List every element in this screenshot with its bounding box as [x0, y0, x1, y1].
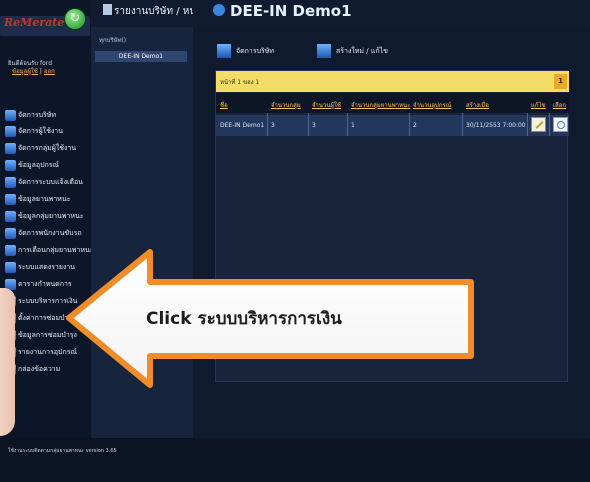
sidebar-item-vehicles[interactable]: ข้อมูลยานพาหนะ: [5, 192, 91, 206]
version-text: ใช้งานระบบติดตามกลุ่มยานพาหนะ version 3.…: [8, 448, 117, 454]
sidebar-item-users[interactable]: จัดการผู้ใช้งาน: [5, 124, 91, 138]
vehicle-group-icon: [5, 210, 16, 222]
edit-icon: [317, 44, 331, 58]
user-links: ข้อมูลผู้ใช้ | ออก: [12, 66, 55, 76]
sidebar-item-company[interactable]: จัดการบริษัท: [5, 108, 91, 122]
alert-icon: [5, 176, 16, 188]
sidebar-item-devices[interactable]: ข้อมูลอุปกรณ์: [5, 158, 91, 172]
sidebar-item-vehicle-alerts[interactable]: การเตือนกลุ่มยานพาหนะ: [5, 243, 91, 257]
sidebar-item-alerts[interactable]: จัดการระบบแจ้งเตือน: [5, 175, 91, 189]
link-separator: |: [39, 68, 42, 75]
footer: ใช้งานระบบติดตามกลุ่มยานพาหนะ version 3.…: [0, 438, 590, 482]
company-icon: [5, 109, 16, 121]
table-row[interactable]: DEE-IN Demo1 3 3 1 2 30/11/2553 7:00:00: [216, 115, 569, 136]
company-tree-panel: รายงานบริษัท / หน่วยงาน ทุกบริษัท() DEE-…: [91, 0, 225, 482]
search-icon[interactable]: [553, 117, 568, 132]
sidebar-item-reports[interactable]: ระบบแสดงรายงาน: [5, 260, 91, 274]
sidebar-item-finance[interactable]: ระบบบริหารการเงิน: [5, 294, 91, 308]
col-header-created[interactable]: สร้างเมื่อ: [466, 100, 489, 110]
create-edit-button[interactable]: สร้างใหม่ / แก้ไข: [317, 41, 388, 61]
manage-company-button[interactable]: จัดการบริษัท: [217, 41, 274, 61]
breadcrumb[interactable]: ทุกบริษัท(): [99, 35, 126, 45]
column-divider: [527, 113, 528, 136]
cell-name: DEE-IN Demo1: [220, 122, 265, 129]
vehicle-icon: [5, 193, 16, 205]
device-icon: [5, 159, 16, 171]
column-divider: [347, 113, 348, 136]
col-header-groups[interactable]: จำนวนกลุ่ม: [271, 100, 301, 110]
column-divider: [267, 113, 268, 136]
info-icon: [213, 4, 225, 16]
column-divider: [549, 113, 550, 136]
cell-vehicle-groups: 1: [351, 122, 355, 129]
sidebar-item-drivers[interactable]: จัดการพนักงานขับรถ: [5, 226, 91, 240]
warning-icon: [5, 244, 16, 256]
company-icon: [217, 44, 231, 58]
cell-users: 3: [312, 122, 316, 129]
report-icon: [5, 261, 16, 273]
logout-link[interactable]: ออก: [44, 68, 55, 75]
column-divider: [409, 113, 410, 136]
col-header-name[interactable]: ชื่อ: [220, 100, 228, 110]
sidebar-item-schedule[interactable]: ตารางกำหนดการ: [5, 277, 91, 291]
col-header-select: เลือก: [553, 102, 566, 109]
sidebar-item-maintenance-settings[interactable]: ตั้งค่าการซ่อมบำรุง: [5, 311, 91, 325]
callout-label: Click ระบบบริหารการเงิน: [146, 309, 342, 329]
app-logo: ReMerate: [4, 16, 65, 29]
pager-text: หน้าที่ 1 ของ 1: [220, 79, 260, 86]
column-divider: [308, 113, 309, 136]
pager-bar: หน้าที่ 1 ของ 1 1: [216, 71, 569, 92]
cell-created: 30/11/2553 7:00:00: [466, 122, 526, 129]
company-table: หน้าที่ 1 ของ 1 1 ชื่อ จำนวนกลุ่ม จำนวนผ…: [215, 70, 569, 382]
refresh-icon[interactable]: ↻: [64, 8, 86, 30]
sidebar-item-vehicle-groups[interactable]: ข้อมูลกลุ่มยานพาหนะ: [5, 209, 91, 223]
column-divider: [462, 113, 463, 136]
profile-link[interactable]: ข้อมูลผู้ใช้: [12, 68, 38, 75]
col-header-vehicle-groups[interactable]: จำนวนกลุ่มยานพาหนะ: [351, 100, 410, 110]
col-header-users[interactable]: จำนวนผู้ใช้: [312, 100, 341, 110]
document-icon: [103, 4, 112, 15]
page-title: DEE-IN Demo1: [213, 2, 352, 20]
cell-devices: 2: [413, 122, 417, 129]
hand-photo: [0, 288, 15, 436]
col-header-devices[interactable]: จำนวนอุปกรณ์: [413, 100, 451, 110]
col-header-edit: แก้ไข: [531, 102, 546, 109]
edit-icon[interactable]: [531, 117, 546, 132]
main-panel: DEE-IN Demo1 จัดการบริษัท สร้างใหม่ / แก…: [193, 0, 590, 482]
users-icon: [5, 142, 16, 154]
page-button[interactable]: 1: [554, 74, 567, 89]
sidebar-item-user-groups[interactable]: จัดการกลุ่มผู้ใช้งาน: [5, 141, 91, 155]
org-item[interactable]: DEE-IN Demo1: [95, 51, 187, 62]
table-header: ชื่อ จำนวนกลุ่ม จำนวนผู้ใช้ จำนวนกลุ่มยา…: [216, 93, 569, 113]
sidebar-item-inbox[interactable]: กล่องข้อความ: [5, 362, 91, 376]
driver-icon: [5, 227, 16, 239]
sidebar-item-maintenance-data[interactable]: ข้อมูลการซ่อมบำรุง: [5, 328, 91, 342]
sidebar-item-device-report[interactable]: รายงานการอุปกรณ์: [5, 345, 91, 359]
cell-groups: 3: [271, 122, 275, 129]
user-icon: [5, 125, 16, 137]
